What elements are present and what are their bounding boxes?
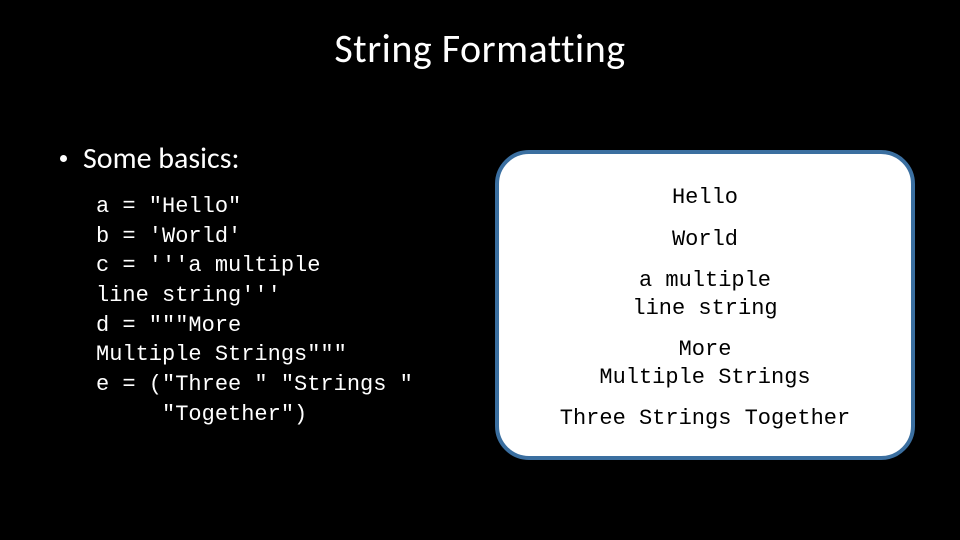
output-group: More Multiple Strings — [517, 336, 893, 391]
output-line: Three Strings Together — [517, 405, 893, 433]
output-group: a multiple line string — [517, 267, 893, 322]
code-block: a = "Hello" b = 'World' c = '''a multipl… — [96, 192, 413, 430]
slide: String Formatting Some basics: a = "Hell… — [0, 0, 960, 540]
bullet-text: Some basics: — [83, 140, 239, 177]
output-line: a multiple — [517, 267, 893, 295]
output-line: line string — [517, 295, 893, 323]
code-line: d = """More — [96, 313, 241, 338]
code-line: "Together") — [96, 402, 307, 427]
output-line: More — [517, 336, 893, 364]
bullet-dot-icon — [60, 155, 67, 162]
output-line: Hello — [517, 184, 893, 212]
slide-title: String Formatting — [0, 24, 960, 73]
output-line: World — [517, 226, 893, 254]
code-line: c = '''a multiple — [96, 253, 320, 278]
output-box: Hello World a multiple line string More … — [495, 150, 915, 460]
code-line: e = ("Three " "Strings " — [96, 372, 413, 397]
code-line: Multiple Strings""" — [96, 342, 347, 367]
output-line: Multiple Strings — [517, 364, 893, 392]
code-line: b = 'World' — [96, 224, 241, 249]
code-line: line string''' — [96, 283, 281, 308]
code-line: a = "Hello" — [96, 194, 241, 219]
bullet-item: Some basics: — [60, 140, 239, 177]
